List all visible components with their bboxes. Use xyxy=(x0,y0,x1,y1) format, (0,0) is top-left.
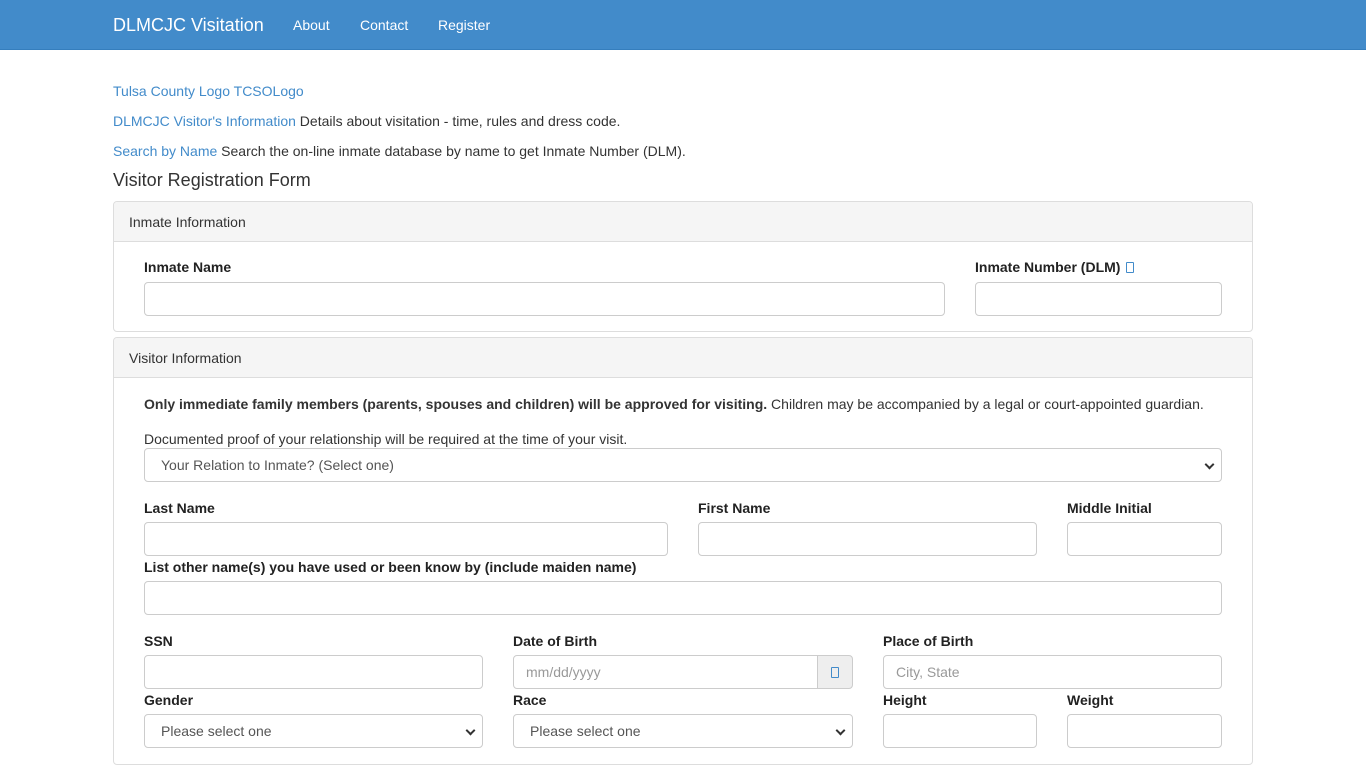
other-names-input[interactable] xyxy=(144,581,1222,615)
middle-initial-label: Middle Initial xyxy=(1067,500,1152,516)
race-label: Race xyxy=(513,692,547,708)
height-input[interactable] xyxy=(883,714,1037,748)
height-label: Height xyxy=(883,692,927,708)
nav-register[interactable]: Register xyxy=(438,0,490,50)
gender-label: Gender xyxy=(144,692,194,708)
relation-select[interactable]: Your Relation to Inmate? (Select one) xyxy=(144,448,1222,482)
brand-link[interactable]: DLMCJC Visitation xyxy=(113,0,264,50)
weight-label: Weight xyxy=(1067,692,1114,708)
logo-row: Tulsa County Logo TCSOLogo xyxy=(113,81,304,101)
navbar: DLMCJC Visitation About Contact Register xyxy=(0,0,1366,50)
visitor-info-link[interactable]: DLMCJC Visitor's Information xyxy=(113,113,296,129)
ssn-input[interactable] xyxy=(144,655,483,689)
info-description: Details about visitation - time, rules a… xyxy=(295,113,621,129)
calendar-icon xyxy=(831,667,839,678)
info-line: DLMCJC Visitor's Information Details abo… xyxy=(113,111,620,131)
proof-text: Documented proof of your relationship wi… xyxy=(144,431,628,447)
nav-about[interactable]: About xyxy=(293,0,330,50)
last-name-input[interactable] xyxy=(144,522,668,556)
visitor-panel-heading: Visitor Information xyxy=(114,338,1252,378)
first-name-label: First Name xyxy=(698,500,771,516)
calendar-button[interactable] xyxy=(817,655,853,689)
other-names-label: List other name(s) you have used or been… xyxy=(144,559,637,575)
ssn-label: SSN xyxy=(144,633,173,649)
inmate-number-label: Inmate Number (DLM) xyxy=(975,257,1135,277)
tcso-logo[interactable]: TCSOLogo xyxy=(234,83,304,99)
dob-input[interactable] xyxy=(513,655,818,689)
pob-label: Place of Birth xyxy=(883,633,974,649)
pob-input[interactable] xyxy=(883,655,1222,689)
inmate-name-label: Inmate Name xyxy=(144,259,232,275)
inmate-panel: Inmate Information Inmate Name Inmate Nu… xyxy=(113,201,1253,332)
weight-input[interactable] xyxy=(1067,714,1222,748)
last-name-label: Last Name xyxy=(144,500,215,516)
search-by-name-link[interactable]: Search by Name xyxy=(113,143,217,159)
notice-text: Only immediate family members (parents, … xyxy=(144,396,1204,412)
gender-select[interactable]: Please select one xyxy=(144,714,483,748)
search-line: Search by Name Search the on-line inmate… xyxy=(113,141,686,161)
chevron-down-icon xyxy=(1204,459,1215,470)
middle-initial-input[interactable] xyxy=(1067,522,1222,556)
page-title: Visitor Registration Form xyxy=(113,170,311,190)
inmate-panel-heading: Inmate Information xyxy=(114,202,1252,242)
dob-label: Date of Birth xyxy=(513,633,597,649)
race-select[interactable]: Please select one xyxy=(513,714,853,748)
inmate-name-input[interactable] xyxy=(144,282,945,316)
info-icon[interactable] xyxy=(1126,262,1135,273)
first-name-input[interactable] xyxy=(698,522,1037,556)
nav-contact[interactable]: Contact xyxy=(360,0,408,50)
search-description: Search the on-line inmate database by na… xyxy=(217,143,686,159)
chevron-down-icon xyxy=(465,725,476,736)
visitor-panel: Visitor Information Only immediate famil… xyxy=(113,337,1253,765)
inmate-number-input[interactable] xyxy=(975,282,1222,316)
chevron-down-icon xyxy=(835,725,846,736)
tulsa-county-logo[interactable]: Tulsa County Logo xyxy=(113,83,230,99)
